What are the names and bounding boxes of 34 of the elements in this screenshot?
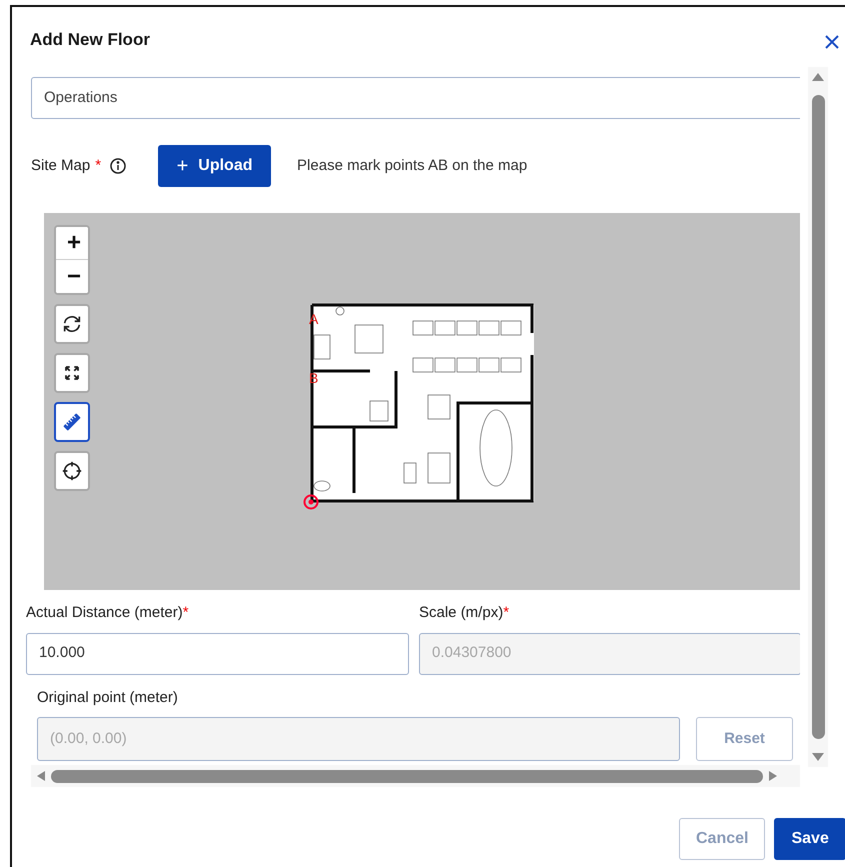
dialog-title: Add New Floor [30,29,150,52]
required-mark: * [95,156,102,176]
distance-field[interactable]: 10.000 [26,632,409,674]
scroll-down-icon [812,753,824,761]
close-icon [825,35,839,49]
scale-field: 0.04307800 [419,632,800,674]
original-point-field: (0.00, 0.00) [37,717,680,761]
horizontal-scrollbar[interactable] [31,765,800,787]
info-icon [110,158,126,174]
zoom-in-button[interactable]: + [56,227,88,260]
site-map-label: Site Map [31,156,90,176]
field-label: Scale (m/px) [419,603,504,623]
rotate-tool-button[interactable] [54,304,90,344]
refresh-icon [61,313,83,335]
field-label: Original point (meter) [37,688,179,708]
origin-tool-button[interactable] [54,451,90,491]
origin-marker-icon [303,494,319,510]
vertical-scrollbar[interactable] [808,67,828,767]
scroll-up-icon [812,73,824,81]
scrollbar-thumb[interactable] [812,95,824,739]
scroll-right-icon [769,771,777,781]
fit-tool-button[interactable] [54,353,90,393]
name-field[interactable]: Operations [31,77,800,119]
save-button[interactable]: Save [774,818,845,860]
crosshair-icon [61,460,83,482]
upload-button[interactable]: + Upload [158,145,272,187]
scroll-left-icon [37,771,45,781]
expand-icon [63,364,81,382]
field-label: Actual Distance (meter) [26,603,183,623]
scrollbar-thumb[interactable] [51,770,763,782]
map-hint: Please mark points AB on the map [297,156,528,176]
required-mark: * [182,603,189,623]
required-mark: * [503,603,510,623]
measure-tool-button[interactable] [54,402,90,442]
